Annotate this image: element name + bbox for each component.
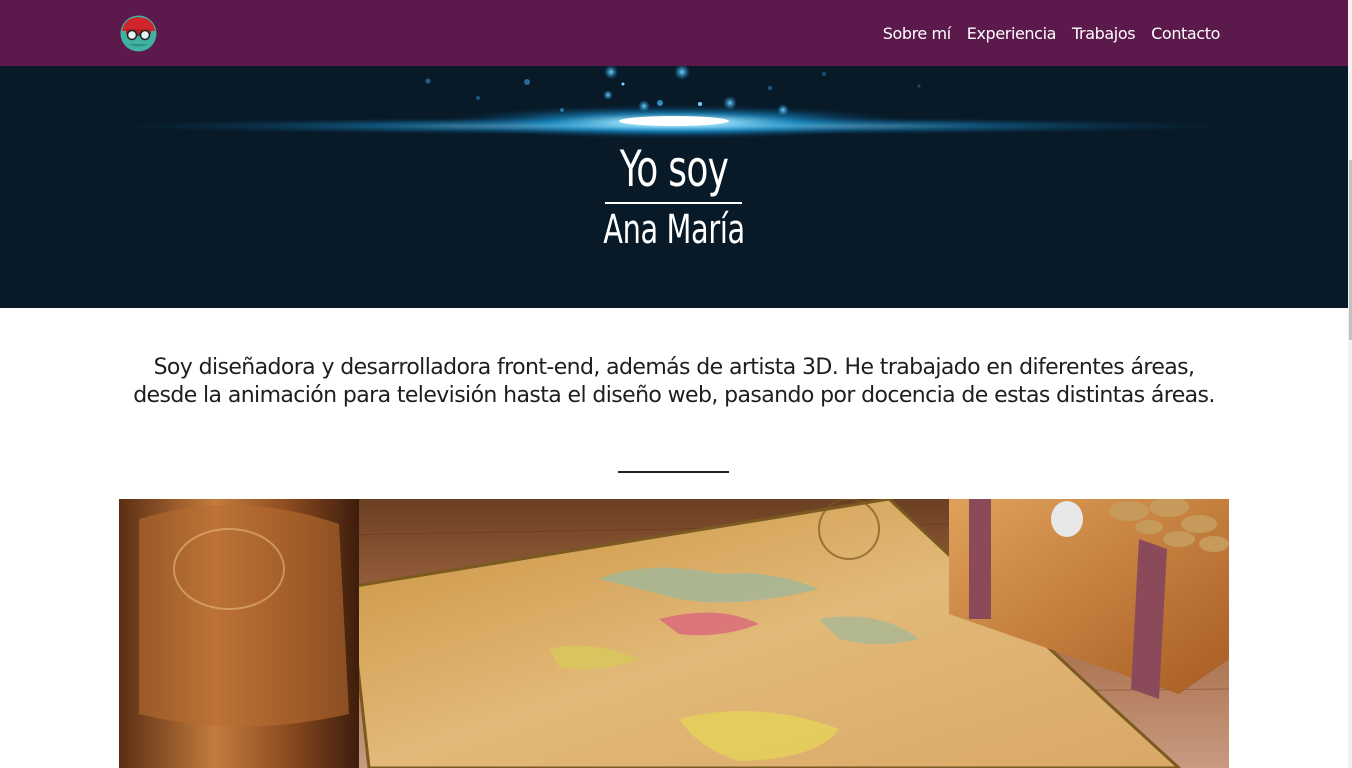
- featured-artwork-image[interactable]: [119, 499, 1229, 768]
- nav-links: Sobre mí Experiencia Trabajos Contacto: [883, 0, 1221, 66]
- hero-divider: [605, 202, 742, 204]
- nav-link-experiencia[interactable]: Experiencia: [967, 24, 1057, 43]
- nav-link-trabajos[interactable]: Trabajos: [1072, 24, 1136, 43]
- intro-paragraph: Soy diseñadora y desarrolladora front-en…: [133, 355, 1215, 408]
- hero-greeting: Yo soy: [619, 140, 729, 198]
- nav-link-contacto[interactable]: Contacto: [1151, 24, 1220, 43]
- avatar-logo-icon[interactable]: [120, 15, 157, 52]
- hero-banner: Yo soy Ana María: [0, 66, 1348, 308]
- section-divider: [618, 471, 729, 473]
- hero-name: Ana María: [603, 207, 745, 253]
- nav-link-sobre-mi[interactable]: Sobre mí: [883, 24, 951, 43]
- navbar: Sobre mí Experiencia Trabajos Contacto: [0, 0, 1348, 66]
- page-scrollbar[interactable]: [1348, 0, 1352, 768]
